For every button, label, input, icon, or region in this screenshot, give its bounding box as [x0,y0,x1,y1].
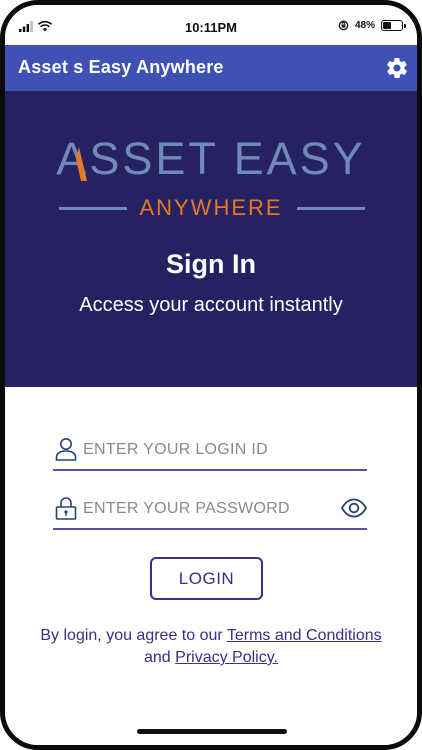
page-title: Sign In [166,249,256,279]
phone-frame: 10:11PM 48% Asset s Easy Anywhere ASSET … [0,0,422,750]
orientation-lock-icon [338,20,349,31]
app-bar: Asset s Easy Anywhere [5,45,417,91]
logo-accent-icon [76,147,87,181]
battery-percent: 48% [354,20,375,31]
password-field [53,488,367,530]
user-icon [55,438,77,461]
status-right: 48% [338,20,406,31]
login-button[interactable]: LOGIN [150,557,263,600]
app-title: Asset s Easy Anywhere [18,57,224,77]
hero-banner: ASSET EASY ANYWHERE Sign In Access your … [5,91,417,387]
login-id-input[interactable] [83,437,333,463]
terms-middle: and [144,649,176,666]
terms-text: By login, you agree to our Terms and Con… [35,625,387,669]
terms-link[interactable]: Terms and Conditions [227,627,382,644]
home-indicator[interactable] [137,729,287,734]
login-id-field [53,429,367,471]
eye-icon[interactable] [341,498,367,518]
battery-icon [381,20,406,31]
password-input[interactable] [83,496,333,522]
privacy-policy-link[interactable]: Privacy Policy. [175,649,278,666]
settings-button[interactable] [385,56,409,80]
status-bar: 10:11PM 48% [5,5,417,45]
gear-icon [387,57,407,79]
login-form: LOGIN By login, you agree to our Terms a… [5,387,417,745]
page-subtitle: Access your account instantly [79,294,343,316]
logo-main-text: ASSET EASY [56,133,366,184]
terms-prefix: By login, you agree to our [40,627,227,644]
battery-level [383,22,391,29]
logo-right-line [297,207,365,210]
logo-left-line [59,207,127,210]
lock-icon [55,497,77,520]
